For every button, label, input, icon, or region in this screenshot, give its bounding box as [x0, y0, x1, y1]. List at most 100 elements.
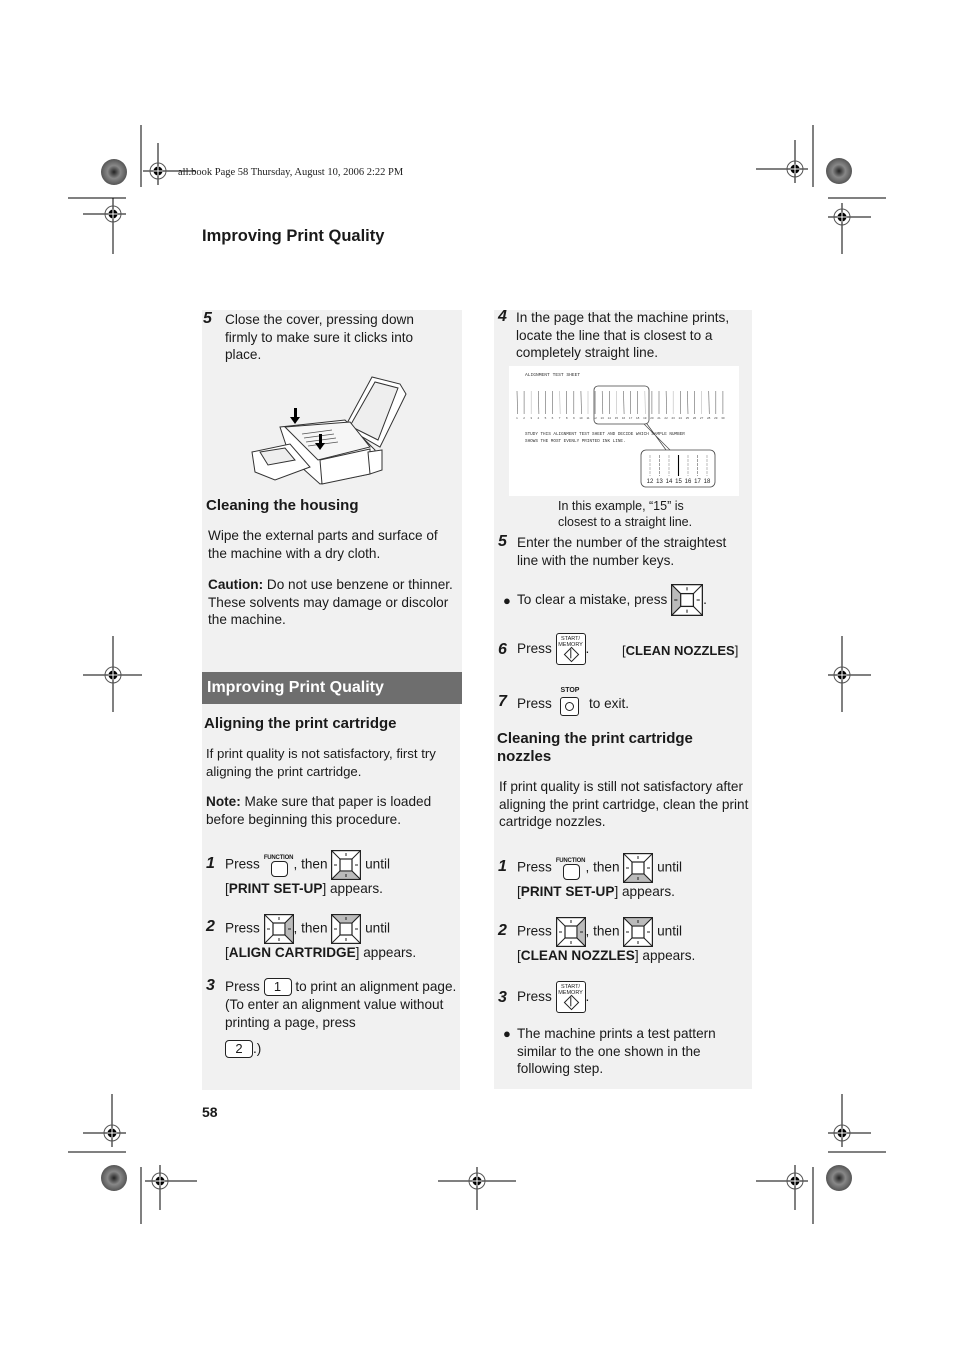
step-number: 4 — [498, 308, 507, 325]
zoom-line-label: 17 — [694, 479, 701, 485]
step-number: 7 — [498, 693, 507, 710]
test-line — [623, 390, 625, 415]
test-line-label: 5 — [545, 416, 547, 420]
test-line-label: 20 — [650, 416, 654, 420]
nav-key-down-icon — [331, 850, 362, 880]
display-text: CLEAN NOZZLES — [520, 948, 635, 963]
step-number: 1 — [206, 855, 215, 872]
step-number: 1 — [498, 858, 507, 875]
test-line-label: 21 — [657, 416, 661, 420]
step-text: Close the cover, pressing down firmly to… — [225, 312, 414, 363]
right-step-7: 7 Press STOP to exit. — [494, 682, 752, 718]
right-step-6: 6 Press START/MEMORY. [CLEAN NOZZLES] — [494, 632, 752, 666]
test-line-label: 30 — [721, 416, 725, 420]
section-bar-improving-print-quality: Improving Print Quality — [202, 672, 462, 704]
cleaning-housing-heading: Cleaning the housing — [206, 497, 359, 514]
test-line-label: 1 — [516, 416, 518, 420]
registration-mark-icon — [68, 1094, 126, 1153]
stop-key-icon: STOP — [559, 682, 581, 716]
test-line — [538, 390, 540, 415]
registration-mark-icon — [145, 1165, 197, 1210]
nav-key-left-icon — [671, 584, 704, 617]
color-target-icon — [101, 159, 127, 185]
start-memory-key-icon: START/MEMORY — [555, 981, 586, 1014]
color-target-icon — [826, 158, 852, 184]
test-line-label: 19 — [643, 416, 647, 420]
test-line-label: 7 — [559, 416, 561, 420]
caution-note: Caution: Do not use benzene or thinner. … — [208, 576, 460, 629]
function-key-icon: FUNCTION — [556, 853, 586, 883]
test-line-label: 27 — [700, 416, 704, 420]
registration-mark-icon — [68, 197, 126, 254]
page-number: 58 — [202, 1104, 218, 1120]
test-line-label: 15 — [615, 416, 619, 420]
display-text: PRINT SET-UP — [228, 881, 323, 896]
nozzles-heading: Cleaning the print cartridge nozzles — [497, 730, 693, 765]
nav-key-right-icon — [263, 914, 294, 944]
nav-key-up-icon — [623, 917, 654, 947]
test-line-label: 3 — [530, 416, 532, 420]
color-target-icon — [101, 1165, 127, 1191]
right-nozzle-step-1: 1 Press FUNCTION, then until [PRINT SET-… — [494, 852, 752, 902]
note-text: Make sure that paper is loaded before be… — [206, 794, 432, 827]
left-step-2: 2 Press , then until [ALIGN CARTRIDGE] a… — [202, 913, 460, 963]
registration-mark-icon — [828, 197, 886, 254]
step-text: Enter the number of the straightest line… — [517, 535, 727, 568]
registration-mark-icon — [828, 636, 871, 712]
test-line-label: 11 — [586, 416, 589, 420]
test-line-label: 22 — [664, 416, 668, 420]
test-line — [644, 390, 646, 415]
test-sheet-instructions-2: SHOWS THE MOST EVENLY PRINTED INK LINE. — [525, 439, 626, 444]
test-line-label: 16 — [622, 416, 626, 420]
step-number: 2 — [498, 922, 507, 939]
test-line — [665, 390, 667, 415]
display-text: CLEAN NOZZLES — [625, 643, 735, 658]
alignment-test-sheet: ALIGNMENT TEST SHEET 1 2 3 4 5 6 7 8 9 10 11 12 13 14… — [509, 366, 739, 496]
print-header: all.book Page 58 Thursday, August 10, 20… — [178, 167, 404, 178]
test-line — [687, 390, 689, 415]
test-line-label: 18 — [636, 416, 640, 420]
test-sheet-instructions-1: STUDY THIS ALIGNMENT TEST SHEET AND DECI… — [525, 432, 685, 437]
step-number: 3 — [498, 989, 507, 1006]
test-line-label: 10 — [579, 416, 583, 420]
caution-label: Caution: — [208, 577, 264, 592]
registration-mark-icon — [143, 143, 196, 185]
step-number: 2 — [206, 918, 215, 935]
note-label: Note: — [206, 794, 241, 809]
registration-mark-icon — [83, 636, 142, 712]
page-title: Improving Print Quality — [202, 227, 385, 245]
step-number: 5 — [203, 310, 212, 327]
test-line — [516, 390, 518, 415]
test-line-label: 23 — [672, 416, 676, 420]
cleaning-housing-body: Wipe the external parts and surface of t… — [208, 528, 438, 561]
zoom-line-label: 14 — [666, 479, 673, 485]
test-line-label: 9 — [573, 416, 575, 420]
test-line — [559, 390, 561, 415]
test-line-label: 6 — [552, 416, 554, 420]
color-target-icon — [826, 1165, 852, 1191]
printer-marks — [68, 125, 886, 1224]
nozzles-body: If print quality is still not satisfacto… — [499, 779, 749, 830]
registration-mark-icon — [828, 1094, 886, 1153]
test-line — [708, 390, 710, 415]
step-number: 3 — [206, 977, 215, 994]
registration-mark-icon — [756, 1165, 808, 1210]
test-line-label: 13 — [601, 416, 605, 420]
registration-mark-icon — [438, 1167, 516, 1210]
zoom-line-label: 18 — [704, 479, 711, 485]
step-number: 6 — [498, 641, 507, 658]
number-key-1: 1 — [263, 978, 292, 997]
function-key-icon: FUNCTION — [264, 850, 294, 880]
test-line-label: 2 — [523, 416, 525, 420]
left-step-1: 1 Press FUNCTION, then until [PRINT SET-… — [202, 850, 460, 900]
display-text: ALIGN CARTRIDGE — [228, 945, 356, 960]
test-line-label: 17 — [629, 416, 633, 420]
test-lines: 1 2 3 4 5 6 7 8 9 10 11 12 13 14 15 16 17 18 19 20 21 22 23 24 2… — [516, 385, 725, 488]
test-line-label: 8 — [566, 416, 568, 420]
right-nozzle-step-2: 2 Press , then until [CLEAN NOZZLES] app… — [494, 916, 752, 966]
nav-key-down-icon — [623, 853, 654, 883]
callout-pointer — [643, 423, 675, 455]
test-line-label: 14 — [608, 416, 612, 420]
left-step-3: 3 Press 1 to print an alignment page. (T… — [206, 977, 457, 1059]
aligning-note: Note: Make sure that paper is loaded bef… — [206, 793, 460, 828]
